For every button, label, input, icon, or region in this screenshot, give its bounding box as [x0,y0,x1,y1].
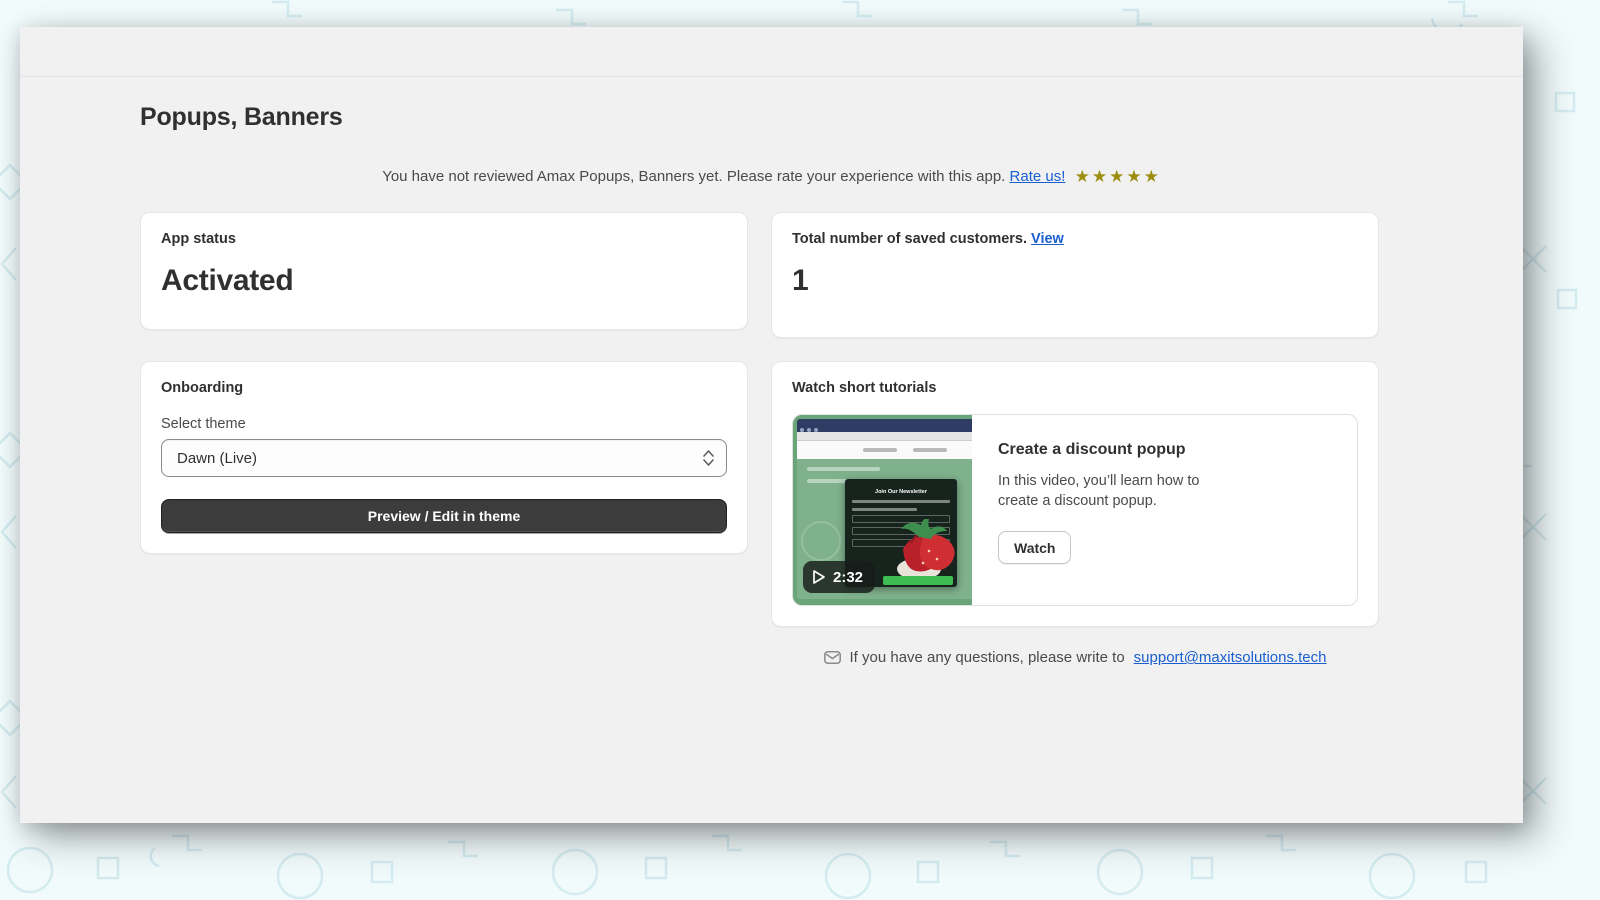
popup-mock-cta [883,576,953,585]
review-banner: You have not reviewed Amax Popups, Banne… [140,166,1403,188]
video-duration-text: 2:32 [833,569,863,586]
play-icon [811,569,826,585]
select-theme-label: Select theme [161,416,727,432]
popup-mock-title: Join Our Newsletter [845,489,957,495]
theme-select-value: Dawn (Live) [177,450,257,467]
saved-customers-title: Total number of saved customers. View [792,231,1358,247]
tutorial-info: Create a discount popup In this video, y… [972,415,1237,605]
cards-row-top: App status Activated Total number of sav… [140,212,1403,338]
app-status-title: App status [161,231,727,247]
cards-row-bottom: Onboarding Select theme Dawn (Live) Prev… [140,361,1403,666]
tutorial-description: In this video, you’ll learn how to creat… [998,471,1213,511]
page-title: Popups, Banners [140,103,1403,132]
panel-body: Popups, Banners You have not reviewed Am… [20,77,1523,666]
saved-customers-card: Total number of saved customers. View 1 [771,212,1379,338]
app-status-value: Activated [161,264,727,298]
browser-chrome [797,419,972,432]
browser-urlbar [797,432,972,441]
star-icon-3[interactable]: ★ [1109,167,1126,186]
preview-edit-in-theme-button[interactable]: Preview / Edit in theme [161,499,727,533]
tutorials-title: Watch short tutorials [792,380,1358,396]
onboarding-title: Onboarding [161,380,727,396]
tutorials-card: Watch short tutorials [771,361,1379,627]
app-panel: Popups, Banners You have not reviewed Am… [20,27,1523,823]
tutorial-title: Create a discount popup [998,441,1213,459]
video-duration-badge: 2:32 [803,561,875,593]
strawberry-image [889,519,957,581]
onboarding-card: Onboarding Select theme Dawn (Live) Prev… [140,361,748,554]
star-icon-2[interactable]: ★ [1092,167,1109,186]
right-column-bottom: Watch short tutorials [771,361,1379,666]
tutorial-item: Join Our Newsletter [792,414,1358,606]
rate-us-link[interactable]: Rate us! [1010,168,1066,185]
app-status-card: App status Activated [140,212,748,330]
star-icon-1[interactable]: ★ [1075,167,1092,186]
left-column-bottom: Onboarding Select theme Dawn (Live) Prev… [140,361,748,554]
tutorial-thumbnail[interactable]: Join Our Newsletter [793,415,972,605]
review-banner-text: You have not reviewed Amax Popups, Banne… [382,168,1005,185]
theme-select[interactable]: Dawn (Live) [161,439,727,477]
saved-customers-value: 1 [792,264,1358,298]
support-footer: If you have any questions, please write … [771,649,1379,666]
panel-topbar [20,27,1523,77]
saved-customers-label: Total number of saved customers. [792,231,1027,247]
view-customers-link[interactable]: View [1031,231,1064,247]
support-footer-text: If you have any questions, please write … [850,649,1125,666]
watch-button[interactable]: Watch [998,531,1071,564]
star-icon-4[interactable]: ★ [1126,167,1143,186]
left-column-top: App status Activated [140,212,748,330]
right-column-top: Total number of saved customers. View 1 [771,212,1379,338]
star-icon-5[interactable]: ★ [1144,167,1161,186]
rating-stars[interactable]: ★★★★★ [1075,166,1161,188]
envelope-icon [824,651,841,664]
chevron-up-down-icon [703,450,714,466]
store-navbar [797,441,972,459]
support-email-link[interactable]: support@maxitsolutions.tech [1134,649,1327,666]
